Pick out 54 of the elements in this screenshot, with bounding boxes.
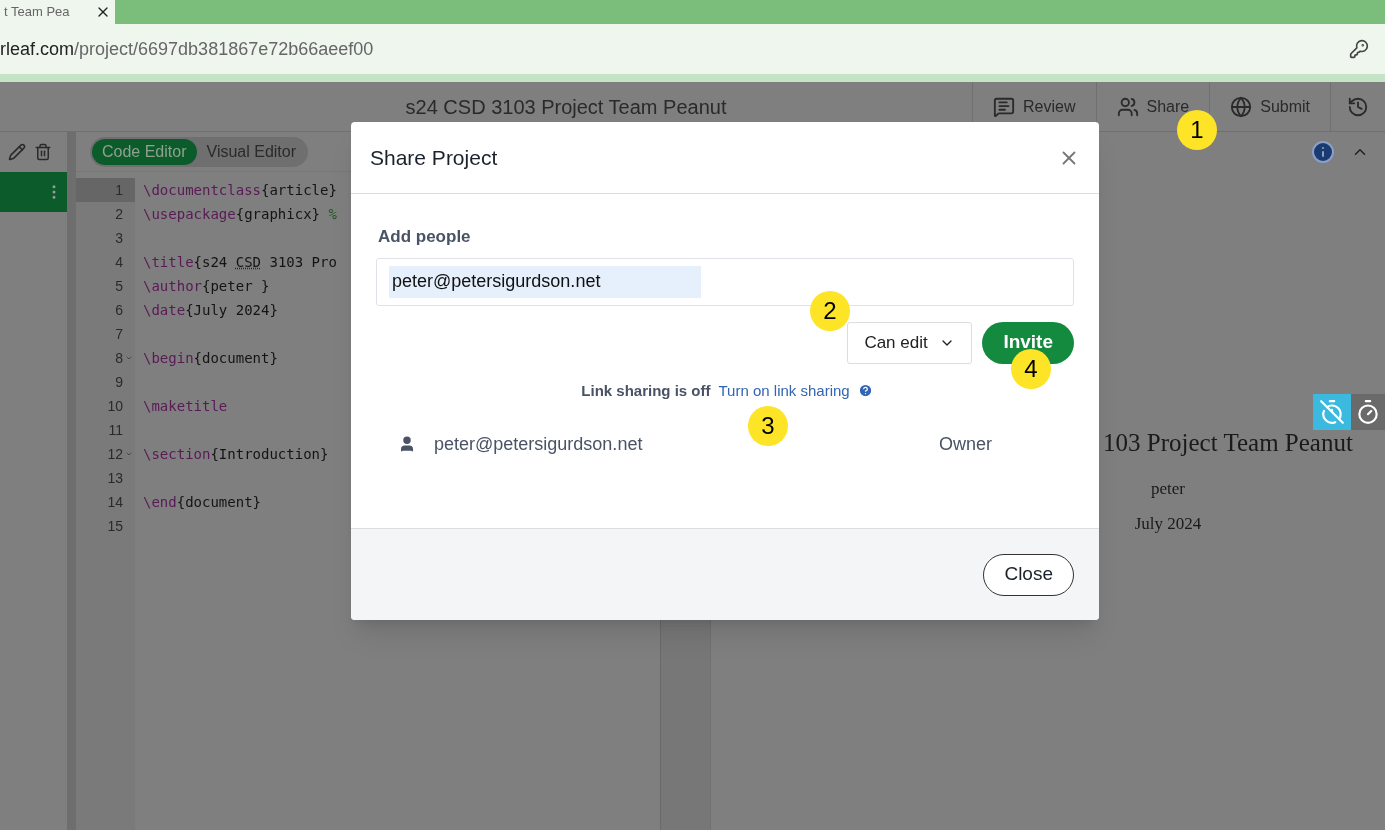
line-number: 3 <box>115 228 123 248</box>
code-line: \author{peter } <box>143 276 270 296</box>
line-number: 1 <box>115 180 123 200</box>
editor-mode-tab[interactable]: Visual Editor <box>196 138 307 165</box>
panel-resize-handle[interactable] <box>67 132 76 830</box>
code-line: \documentclass{article} <box>143 180 337 200</box>
member-role: Owner <box>939 432 992 456</box>
line-number: 7 <box>115 324 123 344</box>
code-line: \section{Introduction} <box>143 444 329 464</box>
member-email: peter@petersigurdson.net <box>434 432 643 456</box>
line-number: 2 <box>115 204 123 224</box>
line-number: 11 <box>108 420 123 440</box>
globe-icon <box>1230 95 1253 118</box>
address-bar[interactable]: rleaf.com/project/6697db381867e72b66aeef00 <box>0 35 374 63</box>
link-sharing-status: Link sharing is off <box>581 380 711 401</box>
fold-icon[interactable] <box>125 354 133 362</box>
code-line: \title{s24 CSD 3103 Pro <box>143 252 337 272</box>
editor-mode-tab[interactable]: Code Editor <box>92 138 197 165</box>
pdf-author: peter <box>1151 477 1185 500</box>
line-number: 13 <box>107 468 123 488</box>
user-icon <box>398 435 416 453</box>
code-line: \begin{document} <box>143 348 278 368</box>
project-title: s24 CSD 3103 Project Team Peanut <box>405 94 727 120</box>
review-icon <box>993 95 1016 118</box>
line-number: 4 <box>115 252 123 272</box>
info-icon[interactable] <box>1311 140 1335 164</box>
code-line: \maketitle <box>143 396 228 416</box>
line-number: 5 <box>115 276 123 296</box>
fold-icon[interactable] <box>125 450 133 458</box>
line-number: 8 <box>115 348 123 368</box>
stop-on-error-toggle[interactable] <box>1313 394 1351 430</box>
close-dialog-button[interactable]: Close <box>983 553 1074 596</box>
line-number: 9 <box>115 372 123 392</box>
key-icon[interactable] <box>1349 39 1369 59</box>
pdf-title: 103 Project Team Peanut <box>1103 428 1353 458</box>
permission-select[interactable]: Can edit <box>847 321 973 364</box>
dialog-title: Share Project <box>370 144 498 171</box>
code-line: \usepackage{graphicx} % <box>143 204 337 224</box>
pdf-date: July 2024 <box>1134 513 1202 535</box>
help-icon[interactable] <box>857 383 873 399</box>
people-icon <box>1116 95 1139 118</box>
line-number: 14 <box>107 492 123 512</box>
line-number: 12 <box>107 444 123 464</box>
field-label: Add people <box>378 226 472 248</box>
line-number: 10 <box>107 396 123 416</box>
line-number: 6 <box>115 300 123 320</box>
pencil-icon[interactable] <box>8 143 26 161</box>
timer-toggle[interactable] <box>1351 394 1385 430</box>
line-number: 15 <box>107 516 123 536</box>
trash-icon[interactable] <box>34 143 52 161</box>
code-line: \date{July 2024} <box>143 300 278 320</box>
turn-on-link-sharing-link[interactable]: Turn on link sharing <box>718 379 850 402</box>
history-icon <box>1347 95 1369 118</box>
code-line: \end{document} <box>143 492 261 512</box>
